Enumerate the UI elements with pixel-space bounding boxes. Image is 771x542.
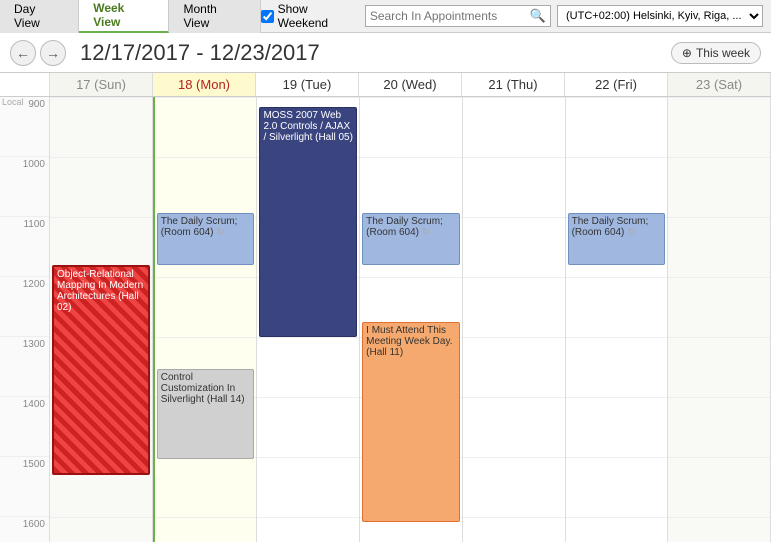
nav-row: ← → 12/17/2017 - 12/23/2017 ⊕ This week	[0, 33, 771, 73]
time-1000: 1000	[0, 157, 49, 217]
event-moss-2007[interactable]: MOSS 2007 Web 2.0 Controls / AJAX / Silv…	[259, 107, 357, 337]
calendar-body: Local 900 1000 1100 1200 1300 1400 1500 …	[0, 97, 771, 542]
show-weekend-checkbox[interactable]	[261, 10, 274, 23]
day-columns: Object-Relational Mapping In Modern Arch…	[50, 97, 771, 542]
search-icon[interactable]: 🔍	[530, 8, 546, 24]
event-title: The Daily Scrum; (Room 604)	[161, 216, 238, 238]
refresh-icon: ↻	[422, 227, 430, 238]
day-header-fri: 22 (Fri)	[565, 73, 668, 96]
day-header-sun: 17 (Sun)	[50, 73, 153, 96]
time-1400: 1400	[0, 397, 49, 457]
day-header-thu: 21 (Thu)	[462, 73, 565, 96]
tab-week[interactable]: Week View	[79, 0, 169, 33]
timezone-select[interactable]: (UTC+02:00) Helsinki, Kyiv, Riga, ...	[557, 5, 763, 27]
day-header-sat: 23 (Sat)	[668, 73, 771, 96]
time-1200: 1200	[0, 277, 49, 337]
refresh-icon: ↻	[627, 227, 635, 238]
day-col-mon[interactable]: The Daily Scrum; (Room 604) ↻ Control Cu…	[153, 97, 258, 542]
circle-right-icon: ⊕	[682, 46, 692, 60]
day-header-tue: 19 (Tue)	[256, 73, 359, 96]
event-title: The Daily Scrum; (Room 604)	[572, 216, 649, 238]
day-header-wed: 20 (Wed)	[359, 73, 462, 96]
time-col-header	[0, 73, 50, 96]
show-weekend-text: Show Weekend	[278, 2, 359, 30]
event-title: Control Customization In Silverlight (Ha…	[161, 372, 245, 405]
date-range-title: 12/17/2017 - 12/23/2017	[80, 40, 661, 66]
calendar-container: 17 (Sun) 18 (Mon) 19 (Tue) 20 (Wed) 21 (…	[0, 73, 771, 542]
event-title: Object-Relational Mapping In Modern Arch…	[57, 269, 143, 313]
local-label: Local	[2, 97, 24, 107]
day-col-wed[interactable]: The Daily Scrum; (Room 604) ↻ I Must Att…	[360, 97, 463, 542]
prev-button[interactable]: ←	[10, 40, 36, 66]
time-1100: 1100	[0, 217, 49, 277]
event-daily-scrum-mon[interactable]: The Daily Scrum; (Room 604) ↻	[157, 213, 255, 265]
day-col-fri[interactable]: The Daily Scrum; (Room 604) ↻	[566, 97, 669, 542]
day-col-sat[interactable]	[668, 97, 771, 542]
event-daily-scrum-fri[interactable]: The Daily Scrum; (Room 604) ↻	[568, 213, 666, 265]
this-week-label: This week	[696, 46, 750, 60]
refresh-icon: ↻	[216, 227, 224, 238]
event-i-must-attend[interactable]: I Must Attend This Meeting Week Day. (Ha…	[362, 322, 460, 522]
day-col-tue[interactable]: MOSS 2007 Web 2.0 Controls / AJAX / Silv…	[257, 97, 360, 542]
tab-month[interactable]: Month View	[169, 0, 260, 33]
event-control-customization[interactable]: Control Customization In Silverlight (Ha…	[157, 369, 255, 459]
time-column: Local 900 1000 1100 1200 1300 1400 1500 …	[0, 97, 50, 542]
time-1600: 1600	[0, 517, 49, 542]
search-input[interactable]	[370, 9, 530, 23]
tab-day[interactable]: Day View	[0, 0, 79, 33]
event-daily-scrum-wed[interactable]: The Daily Scrum; (Room 604) ↻	[362, 213, 460, 265]
day-col-thu[interactable]	[463, 97, 566, 542]
day-col-sun[interactable]: Object-Relational Mapping In Modern Arch…	[50, 97, 153, 542]
event-title: I Must Attend This Meeting Week Day. (Ha…	[366, 325, 452, 358]
next-button[interactable]: →	[40, 40, 66, 66]
show-weekend-label[interactable]: Show Weekend	[261, 2, 359, 30]
event-title: The Daily Scrum; (Room 604)	[366, 216, 443, 238]
toolbar-right: Show Weekend 🔍 (UTC+02:00) Helsinki, Kyi…	[261, 2, 771, 30]
this-week-button[interactable]: ⊕ This week	[671, 42, 761, 64]
event-object-relational[interactable]: Object-Relational Mapping In Modern Arch…	[52, 265, 150, 475]
toolbar: Day View Week View Month View Show Weeke…	[0, 0, 771, 33]
day-header-mon: 18 (Mon)	[153, 73, 256, 96]
time-1500: 1500	[0, 457, 49, 517]
search-box: 🔍	[365, 5, 551, 27]
event-title: MOSS 2007 Web 2.0 Controls / AJAX / Silv…	[263, 110, 352, 143]
time-1300: 1300	[0, 337, 49, 397]
day-headers: 17 (Sun) 18 (Mon) 19 (Tue) 20 (Wed) 21 (…	[0, 73, 771, 97]
